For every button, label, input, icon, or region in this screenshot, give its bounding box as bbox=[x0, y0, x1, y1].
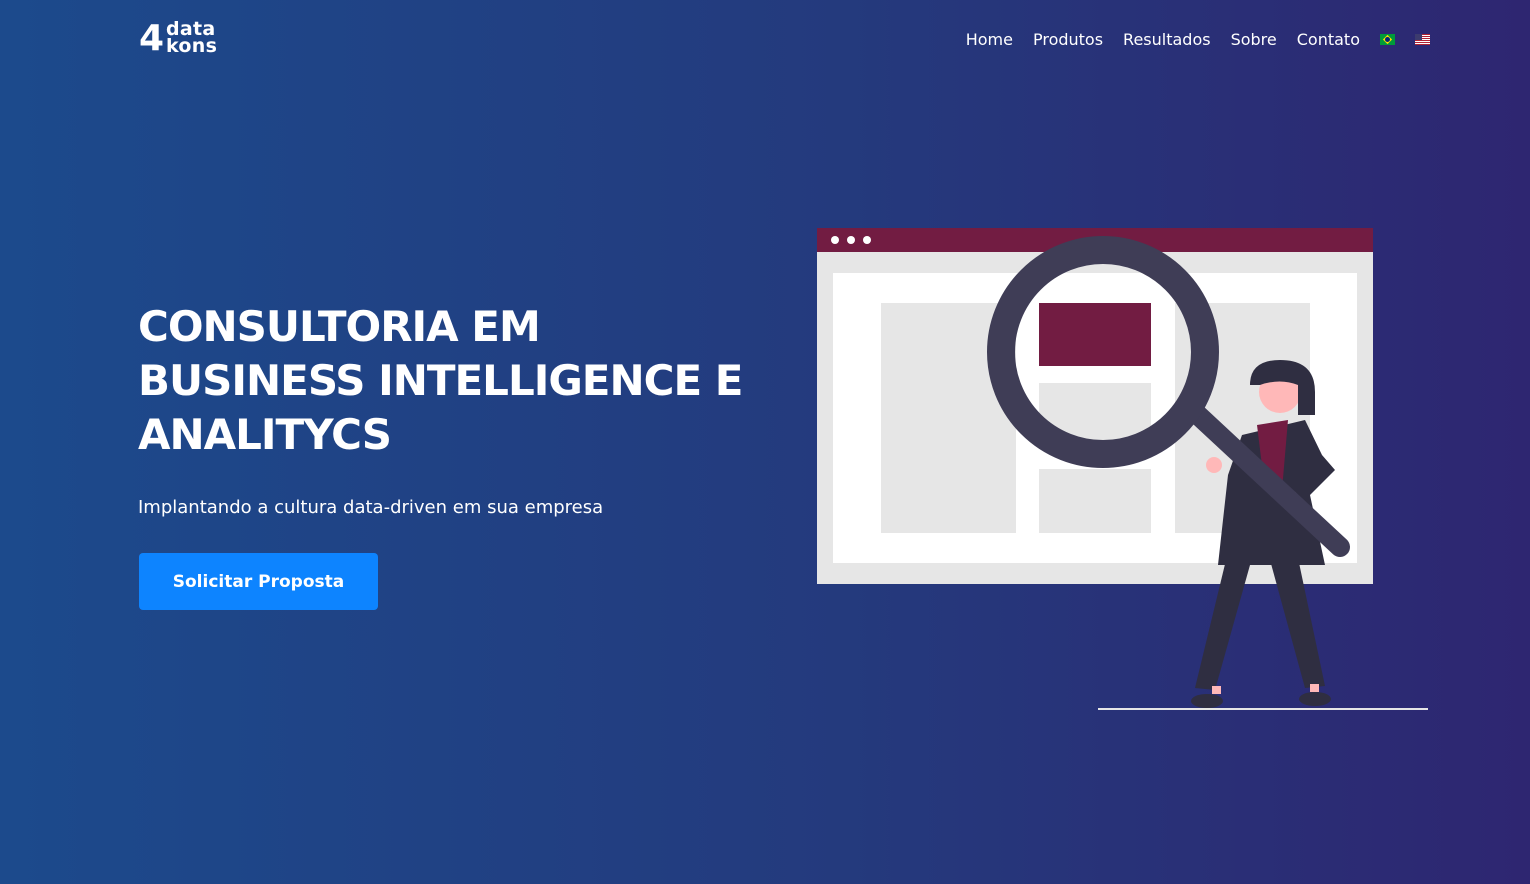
window-dot-icon bbox=[847, 236, 855, 244]
flag-brazil-icon[interactable] bbox=[1380, 33, 1395, 45]
content-block bbox=[1039, 469, 1151, 533]
logo-word-bottom: kons bbox=[166, 35, 218, 57]
person-hand bbox=[1206, 457, 1222, 473]
flag-usa-canton bbox=[1415, 33, 1422, 40]
flag-usa-icon[interactable] bbox=[1415, 33, 1430, 45]
person-shoe bbox=[1299, 692, 1331, 706]
nav-produtos[interactable]: Produtos bbox=[1033, 30, 1103, 49]
main-nav: Home Produtos Resultados Sobre Contato bbox=[966, 28, 1430, 50]
logo-digit: 4 bbox=[139, 18, 165, 59]
hero-subtitle: Implantando a cultura data-driven em sua… bbox=[138, 497, 604, 518]
hero-headline: CONSULTORIA EM BUSINESS INTELLIGENCE E A… bbox=[138, 302, 743, 459]
nav-contato[interactable]: Contato bbox=[1297, 30, 1360, 49]
content-block-accent bbox=[1039, 303, 1151, 366]
request-proposal-button[interactable]: Solicitar Proposta bbox=[139, 553, 378, 610]
brand-logo[interactable]: 4 data kons bbox=[139, 18, 229, 60]
hero-illustration bbox=[817, 228, 1428, 710]
nav-home[interactable]: Home bbox=[966, 30, 1013, 49]
window-dot-icon bbox=[831, 236, 839, 244]
person-ankle bbox=[1212, 686, 1221, 694]
person-shoe bbox=[1191, 694, 1223, 708]
nav-sobre[interactable]: Sobre bbox=[1231, 30, 1277, 49]
person-ankle bbox=[1310, 684, 1319, 692]
window-dot-icon bbox=[863, 236, 871, 244]
nav-resultados[interactable]: Resultados bbox=[1123, 30, 1211, 49]
flag-brazil-circle bbox=[1385, 36, 1390, 42]
